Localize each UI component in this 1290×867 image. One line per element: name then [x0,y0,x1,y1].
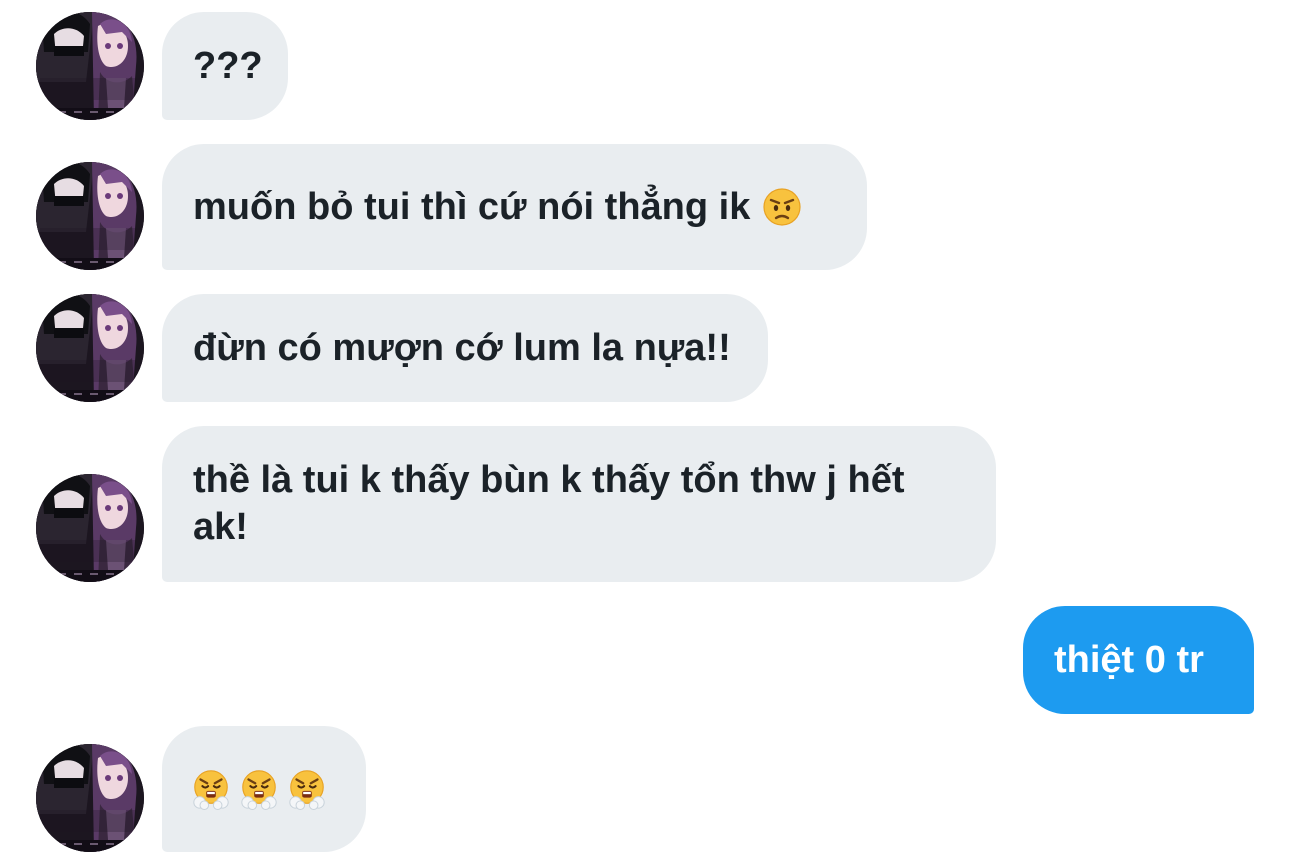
anime-girl-avatar-icon [36,162,144,270]
message-text: thiệt 0 tr [1054,638,1204,681]
sender-avatar[interactable] [36,294,144,402]
steam-from-nose-emoji-icon [190,768,232,810]
sender-avatar[interactable] [36,162,144,270]
message-bubble-outgoing[interactable]: thiệt 0 tr [1023,606,1254,714]
message-text: đừn có mượn cớ lum la nựa!! [193,326,731,369]
anime-girl-avatar-icon [36,474,144,582]
message-text: ??? [193,44,263,87]
angry-face-emoji-icon [762,187,802,227]
message-bubble-incoming[interactable] [162,726,366,852]
sender-avatar[interactable] [36,474,144,582]
steam-from-nose-emoji-icon [238,768,280,810]
message-text: thề là tui k thấy bùn k thấy tổn thw j h… [193,459,905,548]
sender-avatar[interactable] [36,12,144,120]
message-text: muốn bỏ tui thì cứ nói thẳng ik [193,185,751,228]
steam-from-nose-emoji-icon [286,768,328,810]
message-bubble-incoming[interactable]: đừn có mượn cớ lum la nựa!! [162,294,768,402]
message-bubble-incoming[interactable]: muốn bỏ tui thì cứ nói thẳng ik [162,144,867,270]
anime-girl-avatar-icon [36,744,144,852]
anime-girl-avatar-icon [36,294,144,402]
sender-avatar[interactable] [36,744,144,852]
message-bubble-incoming[interactable]: thề là tui k thấy bùn k thấy tổn thw j h… [162,426,996,582]
anime-girl-avatar-icon [36,12,144,120]
message-bubble-incoming[interactable]: ??? [162,12,288,120]
